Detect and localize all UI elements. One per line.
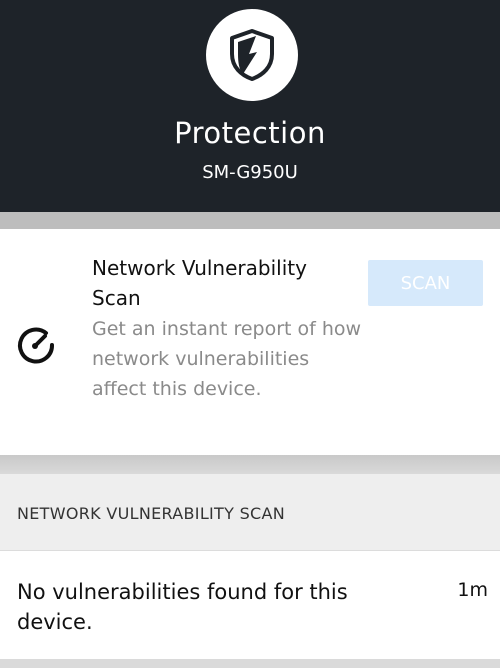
card-separator xyxy=(0,455,500,474)
logo-badge xyxy=(206,9,298,101)
divider xyxy=(0,212,500,229)
scan-button[interactable]: SCAN xyxy=(368,260,483,306)
scan-title: Network Vulnerability Scan xyxy=(92,256,307,310)
list-item[interactable]: No vulnerabilities found for this device… xyxy=(0,550,500,659)
scan-card: Network Vulnerability Scan Get an instan… xyxy=(0,229,500,455)
results-section-header: NETWORK VULNERABILITY SCAN xyxy=(0,474,500,550)
page-title: Protection xyxy=(174,116,326,150)
section-title: NETWORK VULNERABILITY SCAN xyxy=(17,504,286,523)
device-model: SM-G950U xyxy=(202,162,298,183)
scan-description: Get an instant report of how network vul… xyxy=(92,318,362,400)
shield-icon xyxy=(230,29,274,81)
result-message: No vulnerabilities found for this device… xyxy=(17,580,348,634)
gauge-icon xyxy=(18,327,55,364)
bottom-divider xyxy=(0,659,500,668)
result-timestamp: 1m xyxy=(457,579,488,601)
app-header: Protection SM-G950U xyxy=(0,0,500,212)
